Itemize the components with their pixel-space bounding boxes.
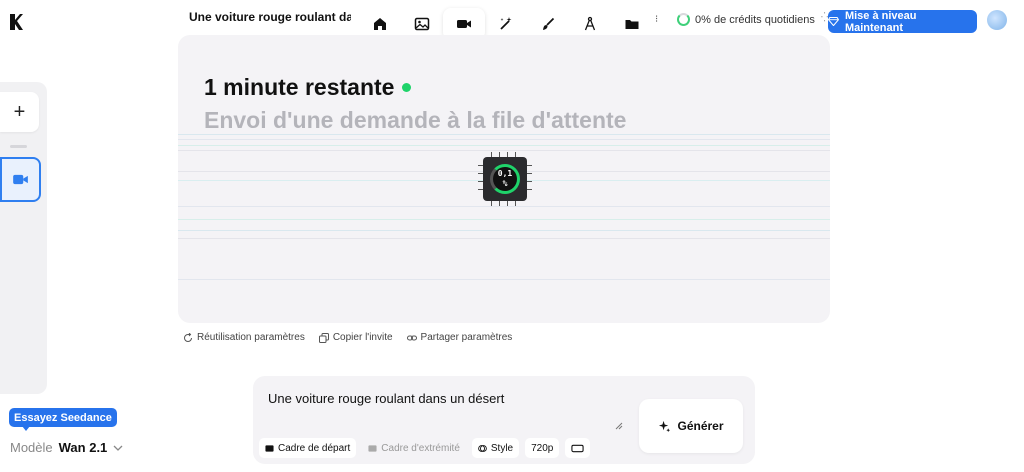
scan-line (178, 134, 830, 135)
chip-pin (527, 165, 532, 166)
chip-pin (478, 173, 483, 174)
chip-pin (507, 152, 508, 157)
refresh-icon (184, 332, 192, 342)
chip-pin (527, 181, 532, 182)
sidebar-divider (10, 145, 27, 148)
status-title: 1 minute restante (204, 74, 412, 101)
image-add-icon (265, 444, 274, 452)
toolbar-overflow-icon[interactable]: ⁝ (655, 14, 658, 25)
video-camera-icon (13, 174, 28, 185)
resolution-button[interactable]: 720p (525, 438, 560, 458)
resize-handle-icon[interactable] (615, 422, 623, 430)
scan-line (178, 219, 830, 220)
project-title-text: Une voiture rouge roulant dans un désert (189, 10, 351, 24)
chip-pin (491, 201, 492, 206)
progress-text: 0,1% (498, 169, 512, 189)
chip-pin (491, 152, 492, 157)
user-avatar[interactable] (987, 10, 1007, 30)
end-frame-button[interactable]: Cadre d'extrémité (362, 438, 466, 458)
style-label: Style (490, 442, 514, 454)
scan-line (178, 230, 830, 231)
copy-prompt-label: Copier l'invite (332, 332, 393, 343)
project-title[interactable]: Une voiture rouge roulant dans un désert (183, 10, 351, 24)
progress-unit: % (502, 179, 508, 188)
scan-line (178, 150, 830, 151)
image-add-icon (368, 444, 377, 452)
upgrade-label: Mise à niveau Maintenant (844, 9, 917, 34)
new-project-button[interactable]: + (0, 92, 39, 132)
style-button[interactable]: Style (471, 438, 520, 458)
upgrade-button[interactable]: Mise à niveau Maintenant (828, 9, 977, 34)
share-settings-button[interactable]: Partager paramètres (406, 332, 513, 343)
generate-button[interactable]: Générer (639, 399, 743, 453)
compass-icon (584, 16, 596, 31)
start-frame-button[interactable]: Cadre de départ (259, 438, 357, 458)
model-value: Wan 2.1 (58, 440, 108, 455)
progress-chip: 0,1% (483, 157, 527, 201)
chip-pin (499, 201, 500, 206)
style-icon (478, 444, 487, 452)
scan-line (178, 139, 830, 140)
status-dot (402, 83, 412, 92)
model-label: Modèle (10, 440, 53, 455)
promo-pointer (22, 426, 30, 431)
chip-pin (478, 181, 483, 182)
scan-line (178, 145, 830, 146)
start-frame-label: Cadre de départ (278, 442, 351, 454)
app-logo[interactable] (8, 12, 24, 32)
share-settings-label: Partager paramètres (420, 332, 513, 343)
link-icon (406, 335, 417, 340)
credits-text: 0% de crédits quotidiens (695, 13, 815, 26)
credits-progress-icon (677, 13, 690, 26)
chip-pin (527, 173, 532, 174)
video-icon (457, 20, 471, 28)
seedance-promo-badge[interactable]: Essayez Seedance (9, 408, 117, 427)
copy-prompt-button[interactable]: Copier l'invite (318, 332, 393, 343)
chevron-down-icon (113, 445, 123, 451)
reuse-settings-button[interactable]: Réutilisation paramètres (183, 332, 305, 343)
sparkle-icon (659, 420, 671, 432)
progress-ring: 0,1% (490, 164, 520, 194)
resolution-label: 720p (531, 442, 554, 454)
generate-label: Générer (677, 419, 724, 433)
result-actions: Réutilisation paramètres Copier l'invite… (183, 332, 512, 343)
scan-line (178, 238, 830, 239)
sidebar-item-video[interactable] (0, 157, 41, 202)
model-selector[interactable]: Modèle Wan 2.1 (10, 440, 123, 455)
prompt-input[interactable] (268, 391, 608, 427)
scan-line (178, 279, 830, 280)
brush-icon (543, 17, 555, 30)
aspect-ratio-icon (571, 444, 584, 452)
chip-pin (478, 189, 483, 190)
copy-icon (318, 332, 329, 343)
end-frame-label: Cadre d'extrémité (381, 442, 460, 454)
chip-pin (515, 201, 516, 206)
chip-pin (515, 152, 516, 157)
status-subtitle: Envoi d'une demande à la file d'attente (204, 107, 627, 133)
diamond-icon (828, 17, 839, 26)
magic-wand-icon (500, 17, 512, 30)
progress-value: 0,1 (497, 169, 513, 178)
status-title-text: 1 minute restante (204, 74, 395, 100)
image-icon (414, 17, 430, 31)
plus-icon: + (13, 100, 26, 123)
home-icon (374, 18, 386, 30)
scan-line (178, 206, 830, 207)
chip-pin (507, 201, 508, 206)
daily-credits[interactable]: 0% de crédits quotidiens (677, 13, 815, 26)
reuse-settings-label: Réutilisation paramètres (197, 332, 305, 343)
chip-pin (478, 165, 483, 166)
aspect-ratio-button[interactable] (565, 438, 591, 458)
prompt-options: Cadre de départ Cadre d'extrémité Style … (259, 438, 591, 458)
chip-pin (527, 189, 532, 190)
folder-icon (625, 20, 639, 29)
chip-pin (499, 152, 500, 157)
